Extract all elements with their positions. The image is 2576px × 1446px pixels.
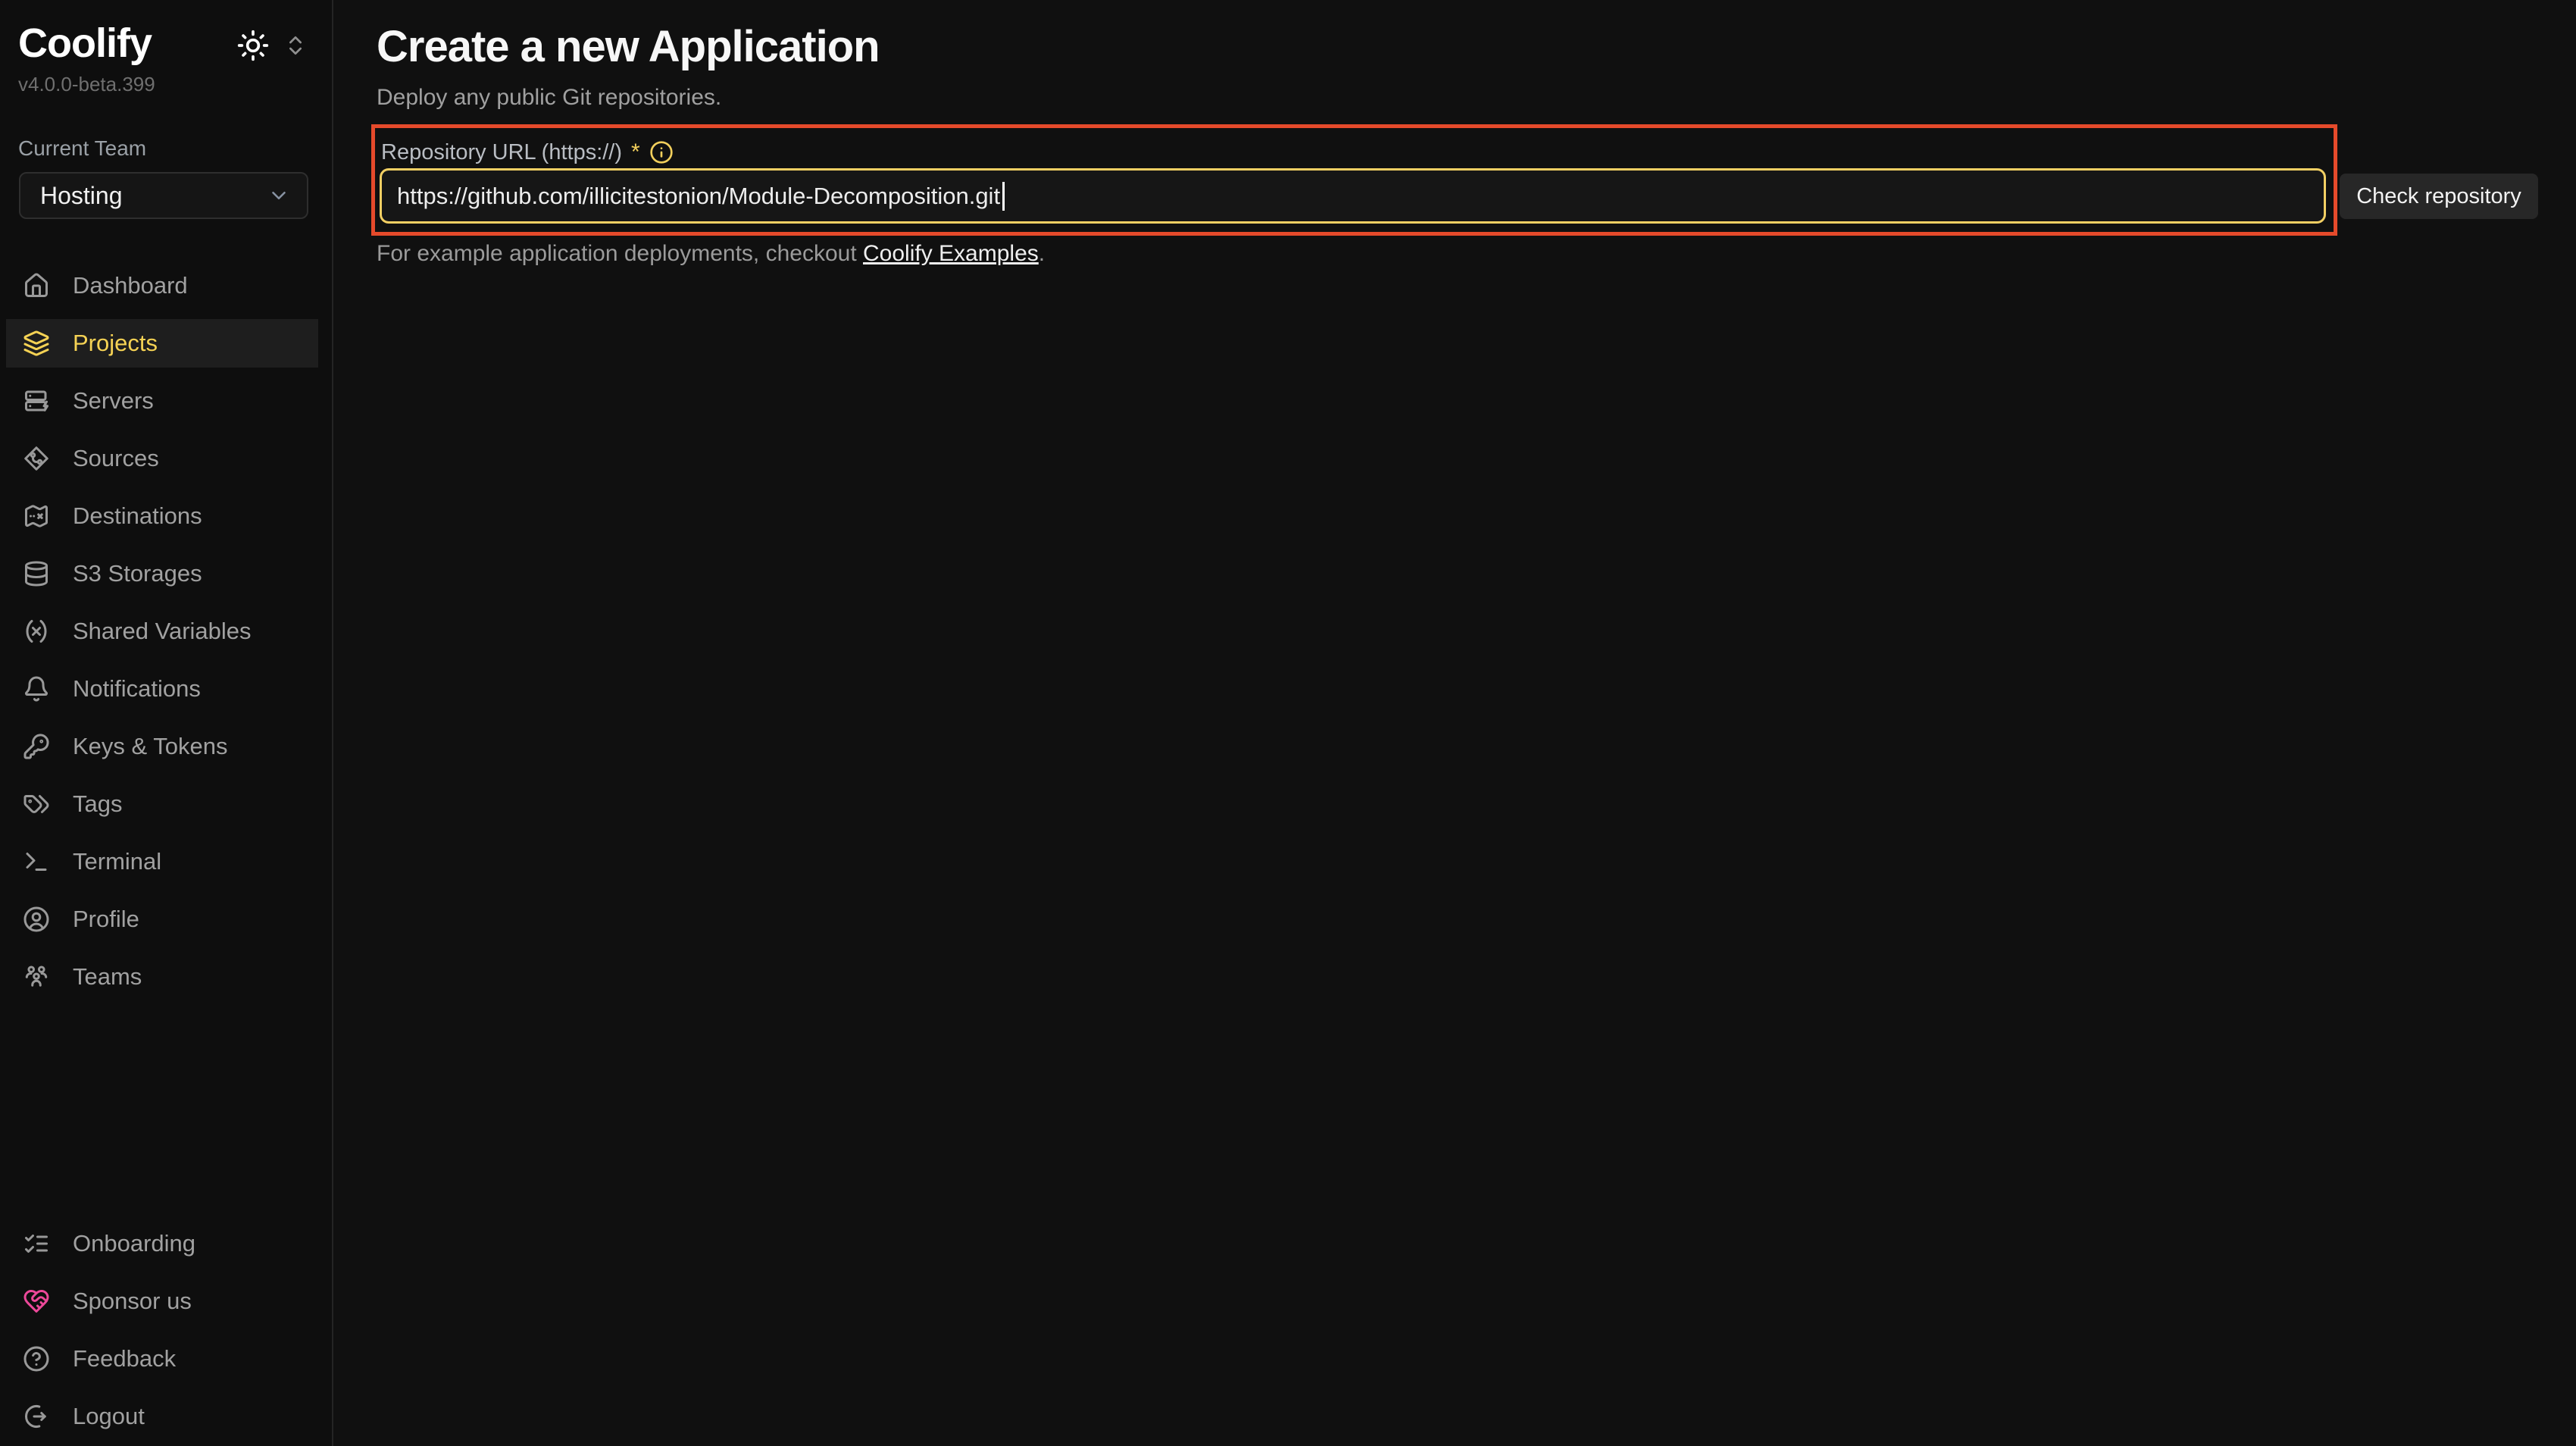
helper-suffix: . (1039, 241, 1045, 266)
sidebar-item-label: Projects (73, 330, 158, 357)
info-icon[interactable] (649, 140, 674, 164)
coolify-examples-link[interactable]: Coolify Examples (863, 241, 1039, 266)
repository-url-label-text: Repository URL (https://) (381, 140, 622, 165)
tags-icon (23, 790, 50, 818)
sidebar-item-terminal[interactable]: Terminal (6, 837, 318, 886)
sidebar-item-profile[interactable]: Profile (6, 895, 318, 944)
home-icon (23, 272, 50, 299)
sidebar-top-icons (236, 29, 308, 62)
sidebar-item-label: Notifications (73, 675, 201, 703)
sidebar-item-label: Onboarding (73, 1230, 195, 1257)
sidebar-item-logout[interactable]: Logout (6, 1392, 318, 1441)
sidebar-item-label: Feedback (73, 1345, 176, 1372)
sidebar-item-tags[interactable]: Tags (6, 780, 318, 828)
helper-text: For example application deployments, che… (377, 241, 1045, 267)
page-subtitle: Deploy any public Git repositories. (377, 85, 721, 111)
sidebar-item-label: Destinations (73, 502, 202, 530)
key-icon (23, 733, 50, 760)
sidebar-item-feedback[interactable]: Feedback (6, 1335, 318, 1383)
variable-icon (23, 618, 50, 645)
terminal-icon (23, 848, 50, 875)
logout-icon (23, 1403, 50, 1430)
users-icon (23, 963, 50, 991)
sidebar-item-sources[interactable]: Sources (6, 434, 318, 483)
help-circle-icon (23, 1345, 50, 1372)
app-logo: Coolify (18, 20, 152, 67)
theme-toggle-sun-icon[interactable] (236, 29, 270, 62)
git-source-icon (23, 445, 50, 472)
sidebar-item-label: S3 Storages (73, 560, 202, 587)
sidebar-item-label: Sponsor us (73, 1288, 192, 1315)
main-content: Create a new Application Deploy any publ… (333, 0, 2576, 1446)
sidebar-item-label: Servers (73, 387, 154, 415)
heart-handshake-icon (23, 1288, 50, 1315)
repository-url-input[interactable]: https://github.com/illicitestonion/Modul… (380, 168, 2326, 224)
sidebar-item-shared-variables[interactable]: Shared Variables (6, 607, 318, 656)
bell-icon (23, 675, 50, 703)
sidebar-item-notifications[interactable]: Notifications (6, 665, 318, 713)
sidebar-item-sponsor-us[interactable]: Sponsor us (6, 1277, 318, 1326)
chevron-down-icon (267, 184, 290, 207)
layers-icon (23, 330, 50, 357)
sidebar-nav: Dashboard Projects Servers Sources Destinati… (0, 261, 332, 1010)
team-select[interactable]: Hosting (19, 172, 308, 219)
required-asterisk: * (631, 139, 640, 165)
current-team-label: Current Team (18, 136, 146, 161)
helper-prefix: For example application deployments, che… (377, 241, 863, 266)
team-select-value: Hosting (40, 182, 123, 210)
sidebar-item-label: Dashboard (73, 272, 188, 299)
coolify-app: Coolify v4.0.0-beta.399 Current Team Hos… (0, 0, 2576, 1446)
sidebar-item-projects[interactable]: Projects (6, 319, 318, 368)
sidebar-item-label: Tags (73, 790, 122, 818)
sidebar-item-s3-storages[interactable]: S3 Storages (6, 549, 318, 598)
sidebar-item-keys-tokens[interactable]: Keys & Tokens (6, 722, 318, 771)
sidebar-item-label: Terminal (73, 848, 161, 875)
text-caret (1002, 182, 1005, 211)
sidebar-item-destinations[interactable]: Destinations (6, 492, 318, 540)
sidebar-footer-nav: Onboarding Sponsor us Feedback Logout (0, 1219, 332, 1446)
sidebar-item-label: Shared Variables (73, 618, 252, 645)
sidebar: Coolify v4.0.0-beta.399 Current Team Hos… (0, 0, 333, 1446)
page-title: Create a new Application (377, 21, 880, 72)
check-repository-button[interactable]: Check repository (2340, 174, 2538, 219)
sidebar-item-label: Logout (73, 1403, 145, 1430)
map-x-icon (23, 502, 50, 530)
app-version: v4.0.0-beta.399 (18, 73, 155, 96)
sidebar-item-label: Profile (73, 906, 139, 933)
repository-url-label: Repository URL (https://) * (381, 139, 674, 165)
database-icon (23, 560, 50, 587)
user-circle-icon (23, 906, 50, 933)
sidebar-item-label: Sources (73, 445, 159, 472)
repository-url-value: https://github.com/illicitestonion/Modul… (397, 183, 1000, 210)
sidebar-item-servers[interactable]: Servers (6, 377, 318, 425)
sidebar-item-onboarding[interactable]: Onboarding (6, 1219, 318, 1268)
sidebar-item-label: Teams (73, 963, 142, 991)
chevrons-up-down-icon[interactable] (283, 33, 308, 58)
checklist-icon (23, 1230, 50, 1257)
sidebar-item-dashboard[interactable]: Dashboard (6, 261, 318, 310)
sidebar-item-label: Keys & Tokens (73, 733, 227, 760)
server-icon (23, 387, 50, 415)
sidebar-item-teams[interactable]: Teams (6, 953, 318, 1001)
